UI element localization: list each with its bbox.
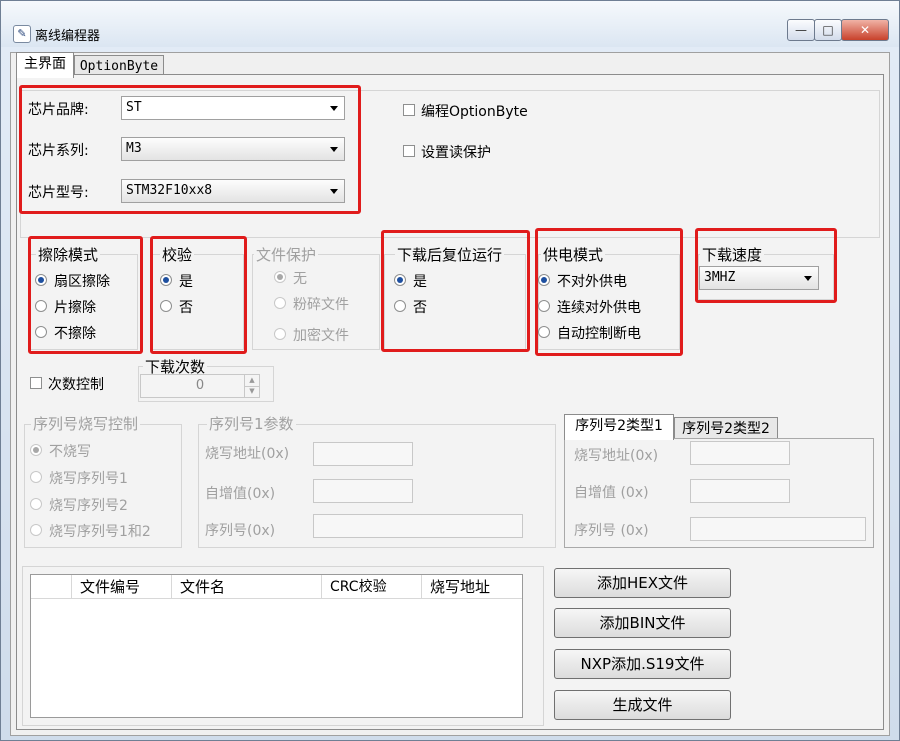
erase-none-radio[interactable] xyxy=(35,326,47,338)
column-header-file-number[interactable]: 文件编号 xyxy=(72,575,172,599)
speed-title: 下载速度 xyxy=(700,244,765,265)
program-optionbyte-checkbox[interactable] xyxy=(403,104,415,116)
serial1-inc-input[interactable] xyxy=(313,479,413,503)
minimize-button[interactable]: — xyxy=(787,19,815,41)
column-header-select[interactable] xyxy=(31,575,72,599)
serial1-serial-label: 序列号(0x) xyxy=(205,523,276,539)
serial-1-label: 烧写序列号1 xyxy=(49,471,128,487)
add-hex-button[interactable]: 添加HEX文件 xyxy=(554,568,731,598)
maximize-button[interactable]: □ xyxy=(814,19,842,41)
speed-combo[interactable]: 3MHZ xyxy=(699,266,819,290)
chevron-down-icon xyxy=(330,189,338,194)
reset-run-no-radio[interactable] xyxy=(394,300,406,312)
serial2-serial-input[interactable] xyxy=(690,517,866,541)
count-value: 0 xyxy=(195,378,205,393)
close-button[interactable]: ✕ xyxy=(841,19,889,41)
count-control-label: 次数控制 xyxy=(48,377,104,393)
serial1-serial-input[interactable] xyxy=(313,514,523,538)
verify-title: 校验 xyxy=(160,244,195,265)
program-optionbyte-label: 编程OptionByte xyxy=(421,104,528,120)
serial2-serial-label: 序列号 (0x) xyxy=(574,523,649,539)
erase-title: 擦除模式 xyxy=(36,244,101,265)
chip-brand-combo[interactable]: ST xyxy=(121,96,345,120)
generate-file-button[interactable]: 生成文件 xyxy=(554,690,731,720)
file-protect-encrypt-label: 加密文件 xyxy=(293,328,349,344)
chip-brand-value: ST xyxy=(126,100,142,115)
power-continuous-label: 连续对外供电 xyxy=(557,300,641,316)
chip-brand-label: 芯片品牌: xyxy=(28,102,89,118)
chip-series-label: 芯片系列: xyxy=(28,143,89,159)
serial1-addr-input[interactable] xyxy=(313,442,413,466)
erase-chip-radio[interactable] xyxy=(35,300,47,312)
serial-none-label: 不烧写 xyxy=(49,444,91,460)
add-s19-button[interactable]: NXP添加.S19文件 xyxy=(554,649,731,679)
erase-sector-label: 扇区擦除 xyxy=(54,274,110,290)
reset-run-title: 下载后复位运行 xyxy=(395,244,505,265)
reset-run-yes-label: 是 xyxy=(413,274,427,290)
verify-no-radio[interactable] xyxy=(160,300,172,312)
column-header-address[interactable]: 烧写地址 xyxy=(422,575,522,599)
file-protect-title: 文件保护 xyxy=(254,244,319,265)
serial2-inc-label: 自增值 (0x) xyxy=(574,485,649,501)
file-protect-shred-label: 粉碎文件 xyxy=(293,297,349,313)
app-icon: ✎ xyxy=(13,25,31,43)
column-header-file-name[interactable]: 文件名 xyxy=(172,575,322,599)
chevron-down-icon xyxy=(330,147,338,152)
window-title: 离线编程器 xyxy=(35,29,101,44)
power-off-radio[interactable] xyxy=(538,274,550,286)
erase-chip-label: 片擦除 xyxy=(54,300,96,316)
chevron-down-icon xyxy=(330,106,338,111)
power-continuous-radio[interactable] xyxy=(538,300,550,312)
chip-model-label: 芯片型号: xyxy=(28,185,89,201)
count-control-checkbox[interactable] xyxy=(30,377,42,389)
chip-series-combo[interactable]: M3 xyxy=(121,137,345,161)
file-protect-shred-radio[interactable] xyxy=(274,297,286,309)
add-bin-button[interactable]: 添加BIN文件 xyxy=(554,608,731,638)
speed-value: 3MHZ xyxy=(704,270,736,285)
verify-yes-radio[interactable] xyxy=(160,274,172,286)
serial-ctrl-title: 序列号烧写控制 xyxy=(31,413,141,434)
serial-2-radio[interactable] xyxy=(30,498,42,510)
chip-model-combo[interactable]: STM32F10xx8 xyxy=(121,179,345,203)
serial-1-radio[interactable] xyxy=(30,471,42,483)
read-protect-label: 设置读保护 xyxy=(421,145,491,161)
power-auto-label: 自动控制断电 xyxy=(557,326,641,342)
chip-series-value: M3 xyxy=(126,141,142,156)
serial2-addr-label: 烧写地址(0x) xyxy=(574,448,659,464)
tab-main[interactable]: 主界面 xyxy=(16,52,74,78)
serial2-inc-input[interactable] xyxy=(690,479,790,503)
serial1-title: 序列号1参数 xyxy=(207,413,296,434)
serial2-addr-input[interactable] xyxy=(690,441,790,465)
title-bar: ✎ 离线编程器 — □ ✕ xyxy=(1,1,899,47)
erase-none-label: 不擦除 xyxy=(54,326,96,342)
serial-none-radio[interactable] xyxy=(30,444,42,456)
file-protect-encrypt-radio[interactable] xyxy=(274,328,286,340)
tab-serial2-type1[interactable]: 序列号2类型1 xyxy=(564,414,674,440)
chip-model-value: STM32F10xx8 xyxy=(126,183,213,198)
serial-both-label: 烧写序列号1和2 xyxy=(49,524,151,540)
erase-sector-radio[interactable] xyxy=(35,274,47,286)
chevron-down-icon xyxy=(804,276,812,281)
power-auto-radio[interactable] xyxy=(538,326,550,338)
file-protect-none-label: 无 xyxy=(293,271,307,287)
count-stepper[interactable]: 0 ▲ ▼ xyxy=(140,374,260,398)
reset-run-yes-radio[interactable] xyxy=(394,274,406,286)
serial-both-radio[interactable] xyxy=(30,524,42,536)
serial1-inc-label: 自增值(0x) xyxy=(205,486,276,502)
spin-down-icon[interactable]: ▼ xyxy=(244,386,259,397)
column-header-crc[interactable]: CRC校验 xyxy=(322,575,422,599)
serial1-addr-label: 烧写地址(0x) xyxy=(205,446,290,462)
power-off-label: 不对外供电 xyxy=(557,274,627,290)
file-protect-none-radio[interactable] xyxy=(274,271,286,283)
reset-run-no-label: 否 xyxy=(413,300,427,316)
verify-yes-label: 是 xyxy=(179,274,193,290)
power-title: 供电模式 xyxy=(541,244,606,265)
serial-2-label: 烧写序列号2 xyxy=(49,498,128,514)
read-protect-checkbox[interactable] xyxy=(403,145,415,157)
reset-run-group xyxy=(384,254,526,350)
verify-no-label: 否 xyxy=(179,300,193,316)
file-list[interactable]: 文件编号 文件名 CRC校验 烧写地址 xyxy=(30,574,523,718)
